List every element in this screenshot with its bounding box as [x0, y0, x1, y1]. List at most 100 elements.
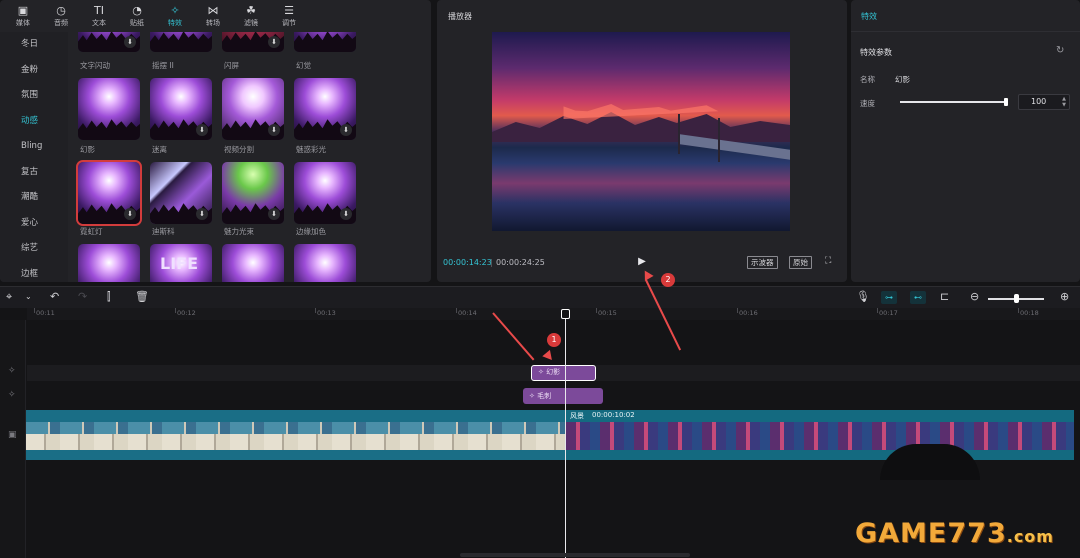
- preview-axis-icon[interactable]: ⊏: [940, 290, 949, 303]
- download-icon[interactable]: ⬇: [268, 208, 280, 220]
- microphone-icon[interactable]: 🎙: [856, 290, 870, 303]
- effect-thumbnail-selected[interactable]: ⬇: [76, 160, 142, 226]
- effect-thumbnail[interactable]: ⬇: [222, 78, 284, 140]
- effect-thumbnail[interactable]: ⬇: [150, 78, 212, 140]
- auto-snap-icon[interactable]: ⊷: [910, 291, 926, 304]
- tool-filter[interactable]: ☘ 滤镜: [232, 0, 270, 32]
- effect-clip[interactable]: ✧ 毛刺: [523, 388, 603, 404]
- tool-transition[interactable]: ⋈ 转场: [194, 0, 232, 32]
- effect-thumbnail[interactable]: ⬇: [294, 78, 356, 140]
- video-clip[interactable]: [26, 410, 566, 460]
- video-clip-title: 风景: [570, 412, 584, 420]
- original-ratio-button[interactable]: 原始: [789, 256, 812, 269]
- tool-label: 特效: [168, 19, 182, 27]
- player-title: 播放器: [448, 12, 472, 21]
- download-icon[interactable]: ⬇: [268, 36, 280, 48]
- category-item[interactable]: 边框: [0, 262, 68, 283]
- sliders-icon: ☰: [284, 4, 294, 17]
- category-item[interactable]: 潮酷: [0, 185, 68, 211]
- tool-sticker[interactable]: ◔ 贴纸: [118, 0, 156, 32]
- download-icon[interactable]: ⬇: [196, 124, 208, 136]
- scope-button[interactable]: 示波器: [747, 256, 778, 269]
- effect-track-icon: ✧: [8, 366, 16, 376]
- category-item[interactable]: 氛围: [0, 83, 68, 109]
- sticker-icon: ◔: [132, 4, 142, 17]
- effect-thumbnail[interactable]: [78, 78, 140, 140]
- delete-icon[interactable]: 🗑: [135, 290, 149, 303]
- zoom-slider-handle[interactable]: [1014, 294, 1019, 303]
- select-cursor-icon[interactable]: ⌖: [6, 290, 12, 304]
- category-item[interactable]: 爱心: [0, 211, 68, 237]
- sparkle-icon: ✧: [529, 392, 538, 400]
- effect-clip-label: 毛刺: [537, 392, 552, 400]
- video-track-icon: ▣: [8, 430, 17, 440]
- redo-icon[interactable]: ↷: [78, 290, 87, 303]
- download-icon[interactable]: ⬇: [340, 124, 352, 136]
- tool-label: 音频: [54, 19, 68, 27]
- ruler-label: 00:17: [879, 309, 898, 317]
- watermark-logo: GAME773.com: [855, 518, 1054, 549]
- tool-label: 转场: [206, 19, 220, 27]
- reset-icon[interactable]: ↻: [1056, 45, 1064, 56]
- ruler-label: 00:16: [739, 309, 758, 317]
- category-item-active[interactable]: 动感: [0, 109, 68, 135]
- category-item[interactable]: Bling: [0, 134, 68, 160]
- effect-thumbnail[interactable]: [294, 244, 356, 282]
- effect-categories: 冬日 金粉 氛围 动感 Bling 复古 潮酷 爱心 综艺 边框: [0, 32, 68, 282]
- stepper-arrows-icon[interactable]: ▲ ▼: [1062, 96, 1066, 108]
- effect-thumbnail[interactable]: LIFE: [150, 244, 212, 282]
- effect-clip-selected[interactable]: ✧ 幻影: [531, 365, 596, 381]
- download-icon[interactable]: ⬇: [196, 208, 208, 220]
- video-preview: [492, 32, 790, 231]
- zoom-out-icon[interactable]: ⊖: [970, 290, 979, 303]
- download-icon[interactable]: ⬇: [124, 208, 136, 220]
- chevron-down-icon[interactable]: ⌄: [25, 292, 32, 301]
- time-ruler[interactable]: 00:11 00:12 00:13 00:14 00:15 00:16 00:1…: [27, 308, 1080, 320]
- speed-slider-handle[interactable]: [1004, 98, 1008, 106]
- ruler-label: 00:12: [177, 309, 196, 317]
- split-icon[interactable]: ⫿: [107, 290, 111, 304]
- category-item[interactable]: 冬日: [0, 32, 68, 58]
- download-icon[interactable]: ⬇: [340, 208, 352, 220]
- effect-thumbnail[interactable]: ⬇: [294, 162, 356, 224]
- tool-text[interactable]: TI 文本: [80, 0, 118, 32]
- annotation-marker-2: 2: [661, 273, 675, 287]
- timeline-scrollbar[interactable]: [460, 553, 690, 557]
- tool-adjust[interactable]: ☰ 调节: [270, 0, 308, 32]
- download-icon[interactable]: ⬇: [268, 124, 280, 136]
- effect-thumbnail[interactable]: ⬇: [222, 162, 284, 224]
- undo-icon[interactable]: ↶: [50, 290, 59, 303]
- effect-label: 魅惑彩光: [296, 145, 326, 154]
- effect-thumbnail[interactable]: ⬇: [78, 32, 140, 52]
- main-track-magnet-icon[interactable]: ⊶: [881, 291, 897, 304]
- effect-thumbnail[interactable]: [294, 32, 356, 52]
- tool-media[interactable]: ▣ 媒体: [4, 0, 42, 32]
- play-icon[interactable]: ▶: [636, 256, 648, 268]
- effect-label: 迷离: [152, 145, 167, 154]
- playhead-handle[interactable]: [561, 309, 570, 319]
- effect-thumbnail[interactable]: [222, 244, 284, 282]
- tool-audio[interactable]: ◷ 音频: [42, 0, 80, 32]
- fullscreen-icon[interactable]: ⛶: [825, 256, 831, 266]
- speed-input[interactable]: 100 ▲ ▼: [1018, 94, 1070, 110]
- effect-thumbnail[interactable]: [78, 244, 140, 282]
- category-item[interactable]: 复古: [0, 160, 68, 186]
- main-toolbar: ▣ 媒体 ◷ 音频 TI 文本 ◔ 贴纸 ✧ 特效 ⋈ 转场 ☘ 滤镜 ☰ 调节: [0, 0, 431, 32]
- tool-effects[interactable]: ✧ 特效: [156, 0, 194, 32]
- inspector-header: 特效: [851, 0, 1080, 32]
- category-item[interactable]: 综艺: [0, 236, 68, 262]
- category-item[interactable]: 金粉: [0, 58, 68, 84]
- inspector-tab-effects[interactable]: 特效: [861, 11, 877, 22]
- effect-label: 文字闪动: [80, 61, 110, 70]
- effect-thumbnail[interactable]: ⬇: [150, 162, 212, 224]
- effect-inspector: 特效 特效参数 ↻ 名称 幻影 速度 100 ▲ ▼: [851, 0, 1080, 282]
- watermark-suffix: .com: [1006, 527, 1054, 546]
- video-clip[interactable]: 风景 00:00:10:02: [566, 410, 1074, 460]
- playhead-line[interactable]: [565, 312, 566, 558]
- effect-thumbnail[interactable]: [150, 32, 212, 52]
- download-icon[interactable]: ⬇: [124, 36, 136, 48]
- zoom-in-icon[interactable]: ⊕: [1060, 290, 1069, 303]
- effect-params-title: 特效参数: [860, 48, 892, 57]
- speed-slider-track[interactable]: [900, 101, 1006, 103]
- effect-thumbnail[interactable]: ⬇: [222, 32, 284, 52]
